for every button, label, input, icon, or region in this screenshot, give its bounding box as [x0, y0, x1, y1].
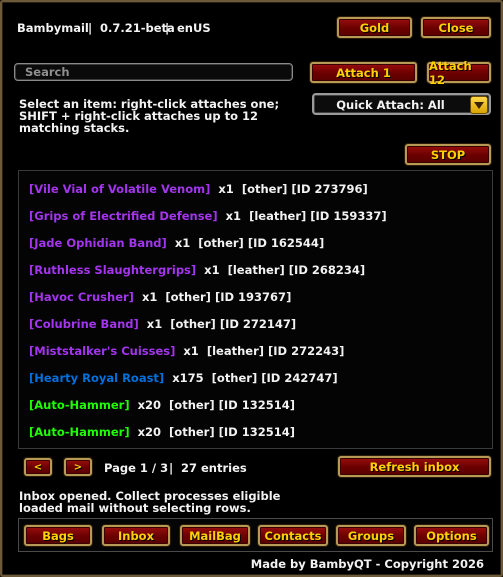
nav-mailbag-button[interactable]: MailBag: [180, 525, 250, 546]
item-type: [other]: [169, 398, 215, 412]
item-name-link[interactable]: [Auto-Hammer]: [29, 398, 130, 412]
close-button[interactable]: Close: [421, 17, 491, 38]
item-id: [ID 132514]: [218, 425, 295, 439]
item-id: [ID 159337]: [310, 209, 387, 223]
bambymail-window: Bambymail | 0.7.21-beta | enUS Gold Clos…: [0, 0, 503, 577]
item-name-link[interactable]: [Grips of Electrified Defense]: [29, 209, 218, 223]
list-item[interactable]: [Jade Ophidian Band] x1 [other] [ID 1625…: [29, 236, 324, 252]
prev-page-button[interactable]: <: [24, 458, 52, 476]
list-item[interactable]: [Hearty Royal Roast] x175 [other] [ID 24…: [29, 371, 338, 387]
item-quantity: x175: [172, 371, 204, 385]
app-version: 0.7.21-beta: [100, 21, 175, 35]
item-name-link[interactable]: [Vile Vial of Volatile Venom]: [29, 182, 210, 196]
item-type: [leather]: [206, 344, 264, 358]
footer-credit: Made by BambyQT - Copyright 2026: [250, 557, 484, 571]
item-quantity: x1: [218, 182, 234, 196]
item-quantity: x1: [174, 236, 191, 250]
list-item[interactable]: [Miststalker's Cuisses] x1 [leather] [ID…: [29, 344, 344, 360]
item-id: [ID 132514]: [218, 398, 295, 412]
nav-bags-button[interactable]: Bags: [24, 525, 92, 546]
nav-groups-button[interactable]: Groups: [336, 525, 406, 546]
status-message: Inbox opened. Collect processes eligible…: [19, 489, 281, 515]
app-name: Bambymail: [17, 21, 89, 35]
item-name-link[interactable]: [Auto-Hammer]: [29, 425, 130, 439]
nav-contacts-button[interactable]: Contacts: [258, 525, 328, 546]
stop-button[interactable]: STOP: [405, 144, 491, 165]
item-id: [ID 272243]: [268, 344, 345, 358]
item-name-link[interactable]: [Havoc Crusher]: [29, 290, 134, 304]
item-name-link[interactable]: [Jade Ophidian Band]: [29, 236, 167, 250]
list-item[interactable]: [Vile Vial of Volatile Venom] x1 [other]…: [29, 182, 368, 198]
header-separator: |: [88, 21, 93, 35]
item-type: [leather]: [249, 209, 307, 223]
item-quantity: x1: [225, 209, 242, 223]
item-type: [other]: [241, 182, 288, 196]
entry-count: 27 entries: [181, 461, 247, 475]
item-quantity: x1: [146, 317, 163, 331]
item-name-link[interactable]: [Hearty Royal Roast]: [29, 371, 164, 385]
item-quantity: x1: [141, 290, 158, 304]
list-item[interactable]: [Colubrine Band] x1 [other] [ID 272147]: [29, 317, 296, 333]
list-item[interactable]: [Havoc Crusher] x1 [other] [ID 193767]: [29, 290, 291, 306]
chevron-down-icon[interactable]: [470, 96, 488, 114]
nav-inbox-button[interactable]: Inbox: [102, 525, 170, 546]
item-quantity: x1: [183, 344, 199, 358]
locale-label: enUS: [177, 21, 211, 35]
attach-hint-text: Select an item: right-click attaches one…: [19, 97, 280, 135]
item-type: [other]: [165, 290, 211, 304]
header-separator: |: [165, 21, 170, 35]
gold-button[interactable]: Gold: [337, 17, 412, 38]
attach-12-button[interactable]: Attach 12: [427, 59, 491, 87]
item-quantity: x20: [137, 398, 162, 412]
item-type: [other]: [211, 371, 258, 385]
list-item[interactable]: [Grips of Electrified Defense] x1 [leath…: [29, 209, 387, 225]
page-indicator: Page 1 / 3: [104, 461, 169, 475]
quick-attach-value: Quick Attach: All: [336, 98, 445, 112]
pagination-separator: |: [169, 461, 174, 475]
item-type: [other]: [169, 425, 215, 439]
item-id: [ID 268234]: [288, 263, 366, 277]
item-name-link[interactable]: [Miststalker's Cuisses]: [29, 344, 175, 358]
list-item[interactable]: [Auto-Hammer] x20 [other] [ID 132514]: [29, 398, 295, 414]
search-input[interactable]: [14, 63, 293, 81]
list-item[interactable]: [Ruthless Slaughtergrips] x1 [leather] […: [29, 263, 365, 279]
attach-1-button[interactable]: Attach 1: [310, 62, 417, 83]
item-id: [ID 162544]: [247, 236, 325, 250]
item-id: [ID 273796]: [291, 182, 368, 196]
next-page-button[interactable]: >: [64, 458, 92, 476]
item-id: [ID 272147]: [219, 317, 297, 331]
item-type: [leather]: [227, 263, 285, 277]
quick-attach-dropdown[interactable]: Quick Attach: All: [312, 93, 491, 115]
list-item[interactable]: [Auto-Hammer] x20 [other] [ID 132514]: [29, 425, 295, 441]
item-id: [ID 193767]: [214, 290, 292, 304]
nav-options-button[interactable]: Options: [414, 525, 489, 546]
item-name-link[interactable]: [Ruthless Slaughtergrips]: [29, 263, 196, 277]
inbox-item-list: [Vile Vial of Volatile Venom] x1 [other]…: [18, 170, 493, 449]
item-name-link[interactable]: [Colubrine Band]: [29, 317, 139, 331]
refresh-inbox-button[interactable]: Refresh inbox: [338, 456, 491, 477]
item-type: [other]: [170, 317, 216, 331]
item-id: [ID 242747]: [261, 371, 338, 385]
item-type: [other]: [198, 236, 244, 250]
item-quantity: x20: [137, 425, 162, 439]
item-quantity: x1: [204, 263, 220, 277]
